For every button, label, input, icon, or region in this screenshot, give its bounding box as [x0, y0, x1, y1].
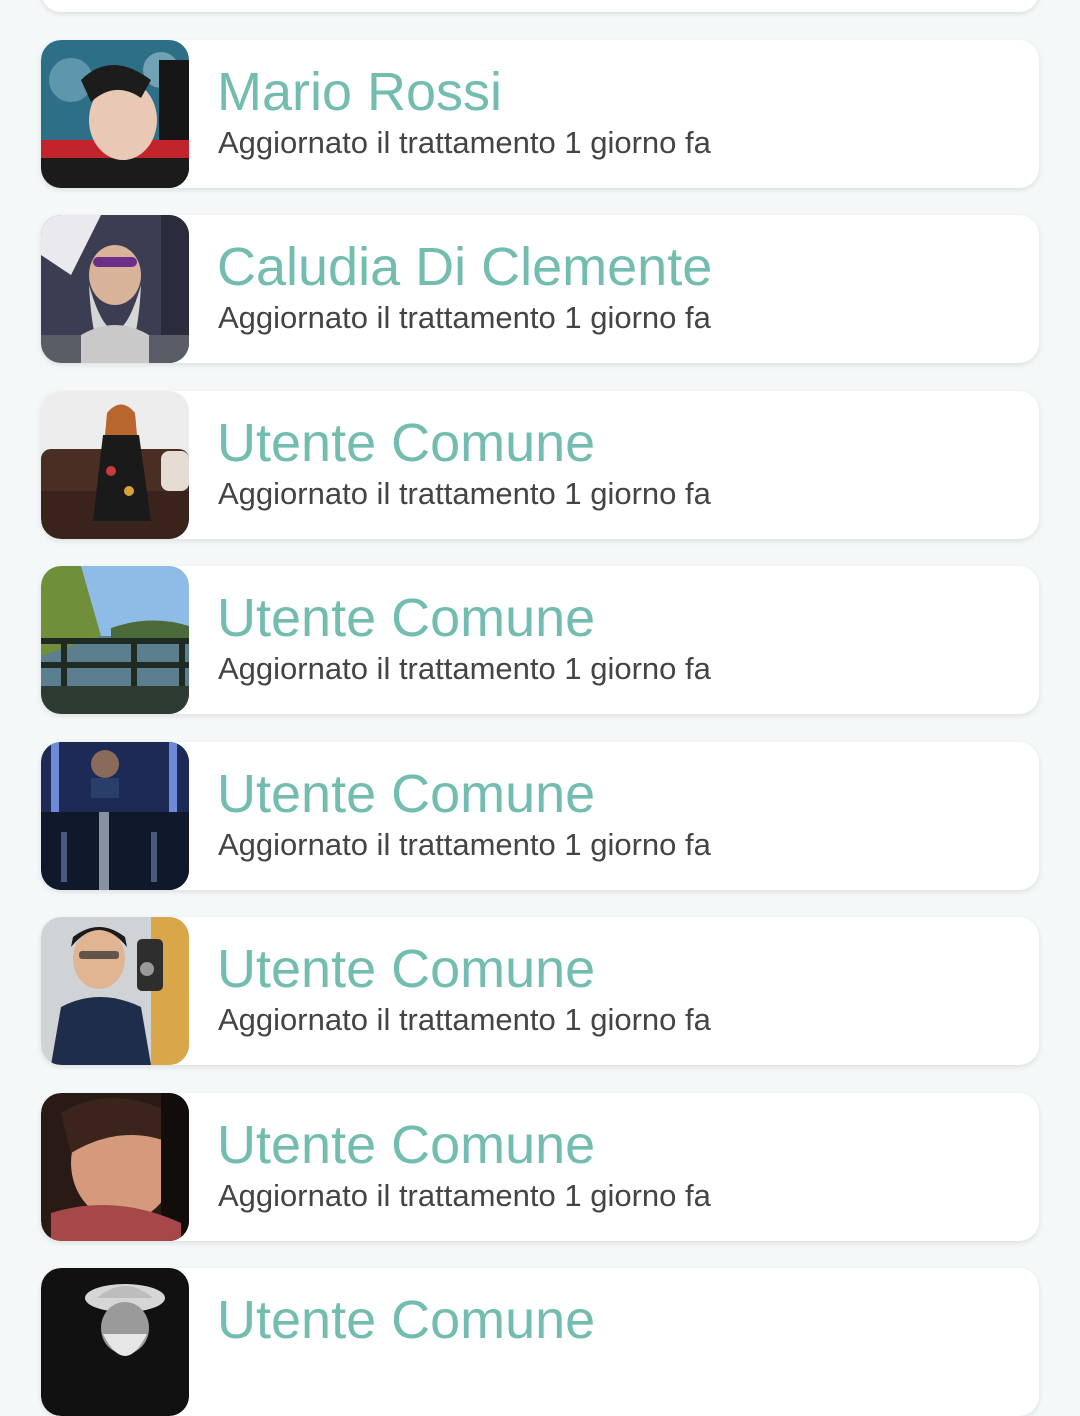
patient-name: Caludia Di Clemente: [217, 237, 713, 297]
patient-list: Mario Rossi Aggiornato il trattamento 1 …: [0, 0, 1080, 1416]
avatar: [41, 742, 189, 890]
patient-status: Aggiornato il trattamento 1 giorno fa: [218, 827, 711, 862]
patient-name: Utente Comune: [217, 588, 596, 648]
list-item[interactable]: Utente Comune Aggiornato il trattamento …: [41, 391, 1039, 539]
avatar: [41, 40, 189, 188]
patient-status: Aggiornato il trattamento 1 giorno fa: [218, 1178, 711, 1213]
patient-name: Mario Rossi: [217, 62, 503, 122]
list-item[interactable]: Utente Comune Aggiornato il trattamento …: [41, 917, 1039, 1065]
patient-name: Utente Comune: [217, 1115, 596, 1175]
avatar: [41, 391, 189, 539]
patient-name: Utente Comune: [217, 764, 596, 824]
patient-status: Aggiornato il trattamento 1 giorno fa: [218, 125, 711, 160]
avatar: [41, 1268, 189, 1416]
patient-name: Utente Comune: [217, 413, 596, 473]
avatar: [41, 566, 189, 714]
patient-name: Utente Comune: [217, 939, 596, 999]
list-item[interactable]: Utente Comune Aggiornato il trattamento …: [41, 1093, 1039, 1241]
list-item[interactable]: Utente Comune Aggiornato il trattamento …: [41, 742, 1039, 890]
list-item[interactable]: Utente Comune Aggiornato il trattamento …: [41, 566, 1039, 714]
list-item[interactable]: Mario Rossi Aggiornato il trattamento 1 …: [41, 40, 1039, 188]
patient-status: Aggiornato il trattamento 1 giorno fa: [218, 476, 711, 511]
list-item[interactable]: Caludia Di Clemente Aggiornato il tratta…: [41, 215, 1039, 363]
patient-name: Utente Comune: [217, 1290, 596, 1350]
avatar: [41, 215, 189, 363]
avatar: [41, 917, 189, 1065]
patient-status: Aggiornato il trattamento 1 giorno fa: [218, 1002, 711, 1037]
patient-status: Aggiornato il trattamento 1 giorno fa: [218, 651, 711, 686]
list-item[interactable]: Utente Comune: [41, 1268, 1039, 1416]
patient-status: Aggiornato il trattamento 1 giorno fa: [218, 300, 711, 335]
avatar: [41, 1093, 189, 1241]
list-item-partial[interactable]: [41, 0, 1039, 12]
